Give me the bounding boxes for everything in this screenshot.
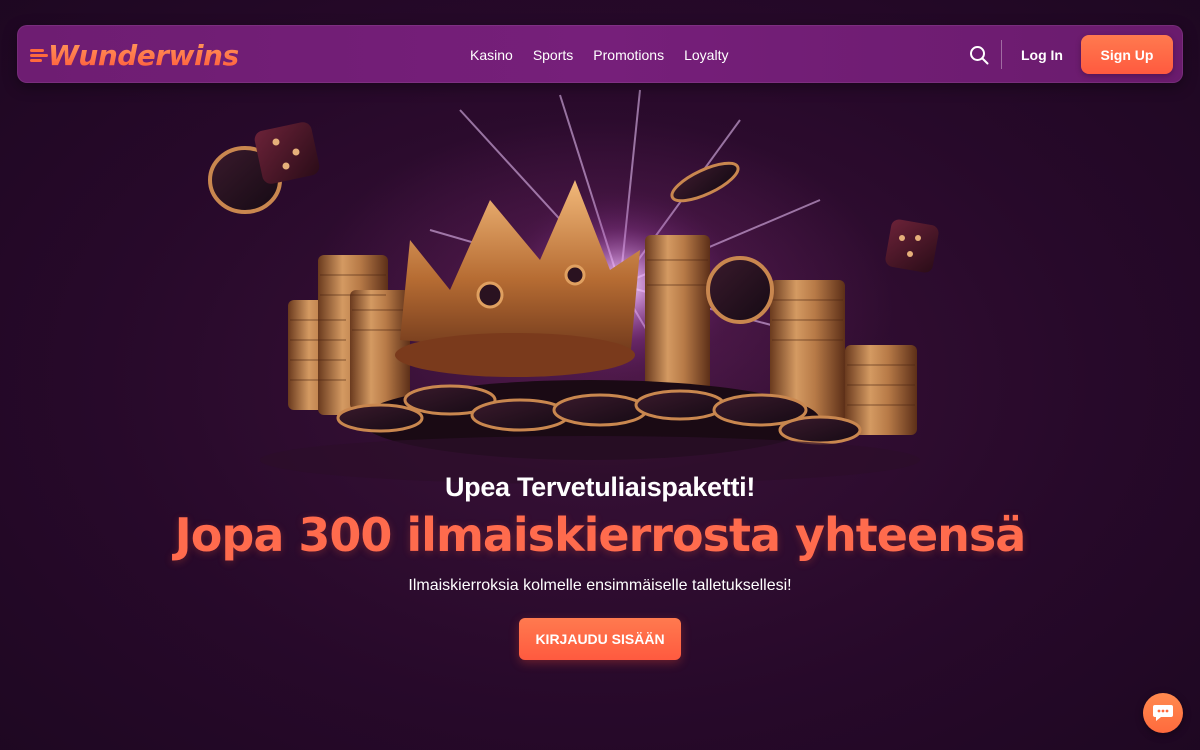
nav-item-promotions[interactable]: Promotions: [593, 47, 664, 63]
speed-lines-icon: [30, 45, 50, 65]
main-nav: Kasino Sports Promotions Loyalty: [470, 26, 728, 84]
hero-title: Upea Tervetuliaispaketti!: [444, 472, 756, 502]
hero-headline: Jopa 300 ilmaiskierrosta yhteensä: [174, 508, 1027, 562]
chat-button[interactable]: [1143, 693, 1183, 733]
top-navigation-bar: Wunderwins Kasino Sports Promotions Loya…: [17, 25, 1183, 83]
brand-logo-text: Wunderwins: [48, 38, 239, 72]
nav-item-kasino[interactable]: Kasino: [470, 47, 513, 63]
search-icon: [970, 46, 989, 65]
search-button[interactable]: [968, 44, 990, 66]
login-cta-button[interactable]: KIRJAUDU SISÄÄN: [519, 618, 681, 660]
login-button[interactable]: Log In: [1013, 40, 1071, 70]
brand-logo[interactable]: Wunderwins: [30, 36, 239, 74]
header-divider: [1001, 40, 1002, 69]
signup-button[interactable]: Sign Up: [1081, 35, 1173, 74]
nav-item-sports[interactable]: Sports: [533, 47, 573, 63]
nav-item-loyalty[interactable]: Loyalty: [684, 47, 728, 63]
chat-bubble-icon: [1153, 705, 1173, 721]
hero-subtitle: Ilmaiskierroksia kolmelle ensimmäiselle …: [408, 577, 792, 594]
